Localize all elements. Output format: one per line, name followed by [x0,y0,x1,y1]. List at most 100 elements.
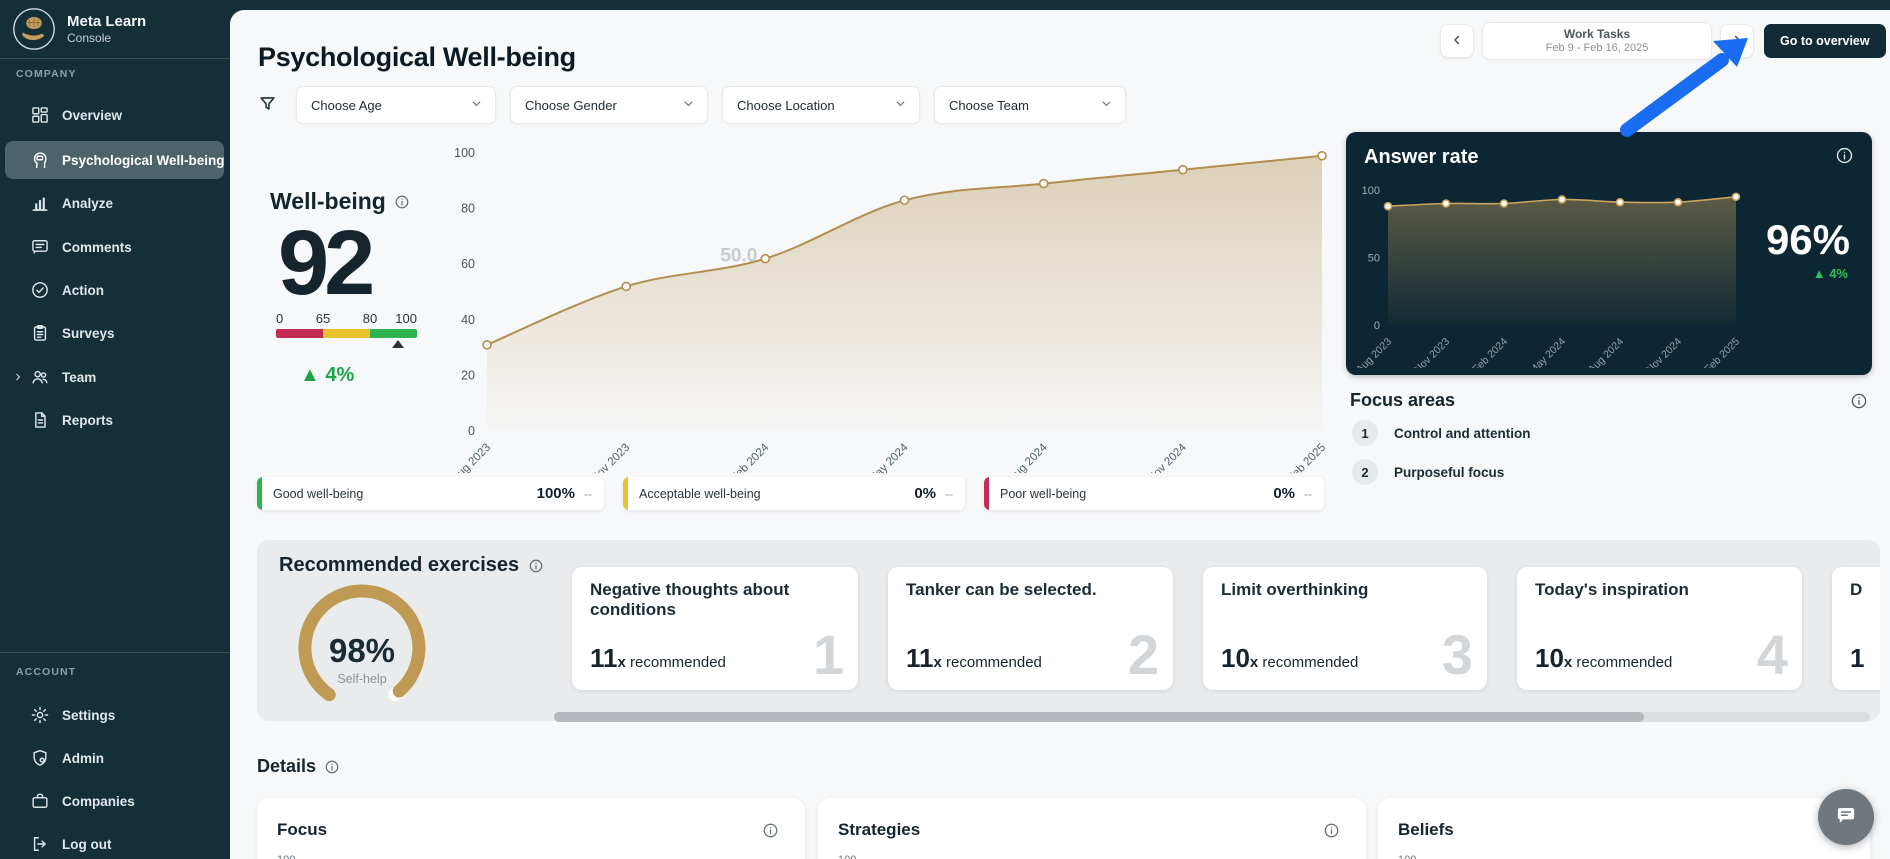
exercise-card[interactable]: Tanker can be selected.11x recommended2 [888,567,1173,690]
info-icon[interactable] [1850,392,1868,415]
sidebar-item-label: Reports [62,413,113,428]
svg-text:100: 100 [1362,185,1380,197]
legend-label: Good well-being [273,487,537,501]
legend-card-acceptable-well-being[interactable]: Acceptable well-being0% -- [623,477,965,510]
sidebar-item-settings[interactable]: Settings [5,696,224,734]
go-to-overview-button[interactable]: Go to overview [1764,24,1886,58]
sidebar-item-label: Action [62,283,104,298]
page-title: Psychological Well-being [258,42,576,73]
exercise-title: Limit overthinking [1221,580,1471,600]
exercise-rank-number: 1 [813,620,844,690]
svg-text:May 2024: May 2024 [1527,336,1568,368]
focus-area-item[interactable]: 2 Purposeful focus [1352,459,1504,485]
focus-area-item[interactable]: 1Control and attention [1352,420,1530,446]
legend-label: Acceptable well-being [639,487,914,501]
exercise-title: Today's inspiration [1535,580,1786,600]
exercise-card[interactable]: Negative thoughts about conditions 11x re… [572,567,858,690]
sidebar-section-label: ACCOUNT [16,666,76,678]
scale-segment [370,329,417,338]
filter-funnel-icon [258,94,277,118]
svg-text:Feb 2025: Feb 2025 [1702,336,1742,368]
sidebar-item-log-out[interactable]: Log out [5,825,224,859]
svg-text:Aug 2023: Aug 2023 [450,442,493,473]
exercise-card[interactable]: Today's inspiration10x recommended4 [1517,567,1802,690]
svg-text:50: 50 [1368,253,1380,265]
exercise-count: 10x recommended [1221,643,1358,674]
info-icon[interactable] [1835,146,1854,170]
document-icon [30,410,50,430]
legend-card-poor-well-being[interactable]: Poor well-being0%-- [984,477,1324,510]
app-window: Meta Learn Console COMPANYOverviewPsycho… [0,0,1890,859]
count-number: 10 [1221,643,1250,673]
period-selector[interactable]: Work Tasks Feb 9 - Feb 16, 2025 [1482,22,1712,60]
sidebar-item-label: Comments [62,240,132,255]
exercise-title: D [1850,580,1880,600]
focus-rank-badge: 2 [1352,459,1378,485]
exercises-scrollbar-thumb[interactable] [554,712,1644,722]
brand-logo[interactable]: Meta Learn Console [12,7,146,51]
info-icon[interactable] [528,558,544,574]
sidebar-item-admin[interactable]: Admin [5,739,224,777]
legend-color-bar [257,477,262,510]
sidebar-item-action[interactable]: Action [5,271,224,309]
svg-text:Nov 2024: Nov 2024 [1644,336,1684,368]
info-icon[interactable] [1323,822,1340,839]
svg-text:Feb 2024: Feb 2024 [729,441,772,473]
axis-tick-label: 100 [277,854,295,859]
sidebar-item-analyze[interactable]: Analyze [5,184,224,222]
exercise-title: Negative thoughts about conditions [590,580,842,621]
sidebar-item-overview[interactable]: Overview [5,96,224,134]
legend-value: 100% [537,485,575,502]
legend-trend: -- [945,487,953,501]
svg-text:100: 100 [454,146,475,160]
count-suffix: recommended [626,654,726,671]
briefcase-icon [30,791,50,811]
grid-icon [30,105,50,125]
chat-button[interactable] [1818,789,1874,845]
sidebar-item-reports[interactable]: Reports [5,401,224,439]
count-number: 11 [906,643,934,673]
count-x: x [1250,654,1258,671]
info-icon[interactable] [324,759,340,775]
wellbeing-stat-block: Well-being 92 06580100 ▲ 4% [270,188,460,387]
answer-rate-delta: ▲ 4% [1813,266,1848,281]
legend-value: 0% [914,485,936,502]
legend-trend: -- [584,487,592,501]
svg-text:60: 60 [461,257,475,271]
scale-segment [276,329,323,338]
period-next-button[interactable] [1720,24,1754,58]
legend-label: Poor well-being [1000,487,1273,501]
svg-text:May 2024: May 2024 [866,441,911,473]
legend-value: 0% [1273,485,1295,502]
chevron-right-icon [12,371,24,383]
brain-in-hand-icon [12,7,56,51]
sidebar-item-label: Log out [62,837,111,852]
clipboard-icon [30,323,50,343]
exercise-card[interactable]: Limit overthinking10x recommended3 [1203,567,1487,690]
sidebar-item-label: Team [62,370,96,385]
count-x: x [618,654,626,671]
head-chat-icon [30,150,50,170]
exercise-card[interactable]: D1 [1832,567,1880,690]
sidebar-item-psychological-well-being[interactable]: Psychological Well-being [5,141,224,179]
focus-areas-title: Focus areas [1350,390,1455,411]
info-icon[interactable] [394,194,410,210]
sidebar-item-companies[interactable]: Companies [5,782,224,820]
period-prev-button[interactable] [1440,24,1474,58]
focus-label: Purposeful focus [1394,465,1504,480]
scale-tick-label: 100 [395,311,417,326]
count-number: 11 [590,643,618,673]
detail-card-title: Beliefs [1398,820,1454,840]
sidebar-item-surveys[interactable]: Surveys [5,314,224,352]
logout-icon [30,834,50,854]
legend-card-good-well-being[interactable]: Good well-being100% -- [257,477,604,510]
sidebar-item-comments[interactable]: Comments [5,228,224,266]
exercise-rank-number: 4 [1757,620,1788,690]
count-suffix: recommended [942,654,1042,671]
sidebar-item-team[interactable]: Team [5,358,224,396]
sidebar-item-label: Admin [62,751,104,766]
sidebar-item-label: Psychological Well-being [62,153,225,168]
count-suffix: recommended [1572,654,1672,671]
shield-icon [30,748,50,768]
info-icon[interactable] [762,822,779,839]
